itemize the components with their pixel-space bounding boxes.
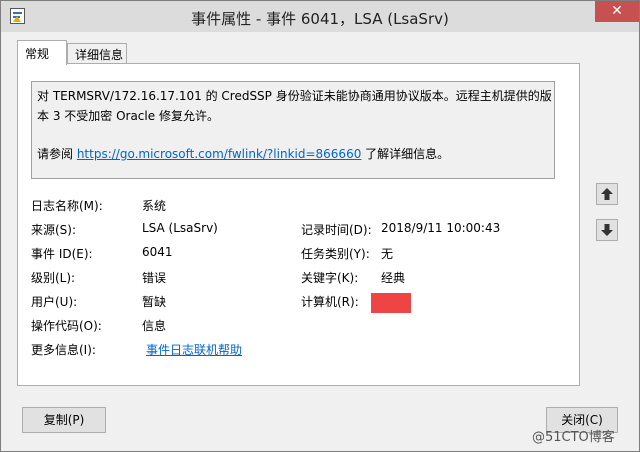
event-description[interactable]: 对 TERMSRV/172.16.17.101 的 CredSSP 身份验证未能…: [31, 81, 555, 179]
arrow-down-icon: [601, 224, 613, 236]
description-text: 对 TERMSRV/172.16.17.101 的 CredSSP 身份验证未能…: [37, 89, 552, 123]
tab-details[interactable]: 详细信息: [67, 43, 127, 64]
level-value: 错误: [142, 271, 167, 285]
fwlink-link[interactable]: https://go.microsoft.com/fwlink/?linkid=…: [77, 147, 362, 161]
arrow-up-icon: [601, 188, 613, 200]
tab-panel-general: 对 TERMSRV/172.16.17.101 的 CredSSP 身份验证未能…: [17, 63, 580, 386]
next-event-button[interactable]: [596, 219, 618, 241]
see-also-suffix: 了解详细信息。: [361, 147, 450, 161]
logged-value: 2018/9/11 10:00:43: [381, 221, 501, 235]
opcode-value: 信息: [142, 319, 167, 333]
log-name-value: 系统: [142, 199, 167, 213]
source-label: 来源(S):: [31, 223, 77, 237]
keywords-value: 经典: [381, 271, 406, 285]
more-info-label: 更多信息(I):: [31, 343, 96, 357]
window-close-button[interactable]: ✕: [595, 1, 639, 22]
task-category-value: 无: [381, 247, 394, 261]
source-value: LSA (LsaSrv): [142, 221, 218, 235]
user-label: 用户(U):: [31, 295, 78, 309]
task-category-label: 任务类别(Y):: [301, 247, 370, 261]
logged-label: 记录时间(D):: [301, 223, 372, 237]
opcode-label: 操作代码(O):: [31, 319, 102, 333]
close-icon: ✕: [611, 3, 623, 19]
user-value: 暂缺: [142, 295, 167, 309]
event-id-label: 事件 ID(E):: [31, 247, 93, 261]
event-log-online-help-link[interactable]: 事件日志联机帮助: [146, 341, 242, 358]
description-see-also: 请参阅 https://go.microsoft.com/fwlink/?lin…: [37, 144, 554, 164]
event-properties-window: 事件属性 - 事件 6041，LSA (LsaSrv) ✕ 常规 详细信息 对 …: [0, 0, 640, 452]
log-name-label: 日志名称(M):: [31, 199, 103, 213]
computer-value-redacted: [371, 293, 411, 313]
watermark-text: @51CTO博客: [532, 430, 615, 445]
see-also-prefix: 请参阅: [37, 147, 77, 161]
tab-general[interactable]: 常规: [17, 40, 67, 65]
event-id-value: 6041: [142, 245, 173, 259]
computer-label: 计算机(R):: [301, 295, 359, 309]
copy-button[interactable]: 复制(P): [22, 407, 106, 433]
keywords-label: 关键字(K):: [301, 271, 359, 285]
title-bar[interactable]: 事件属性 - 事件 6041，LSA (LsaSrv) ✕: [1, 1, 639, 32]
previous-event-button[interactable]: [596, 183, 618, 205]
level-label: 级别(L):: [31, 271, 76, 285]
window-title: 事件属性 - 事件 6041，LSA (LsaSrv): [191, 10, 449, 28]
